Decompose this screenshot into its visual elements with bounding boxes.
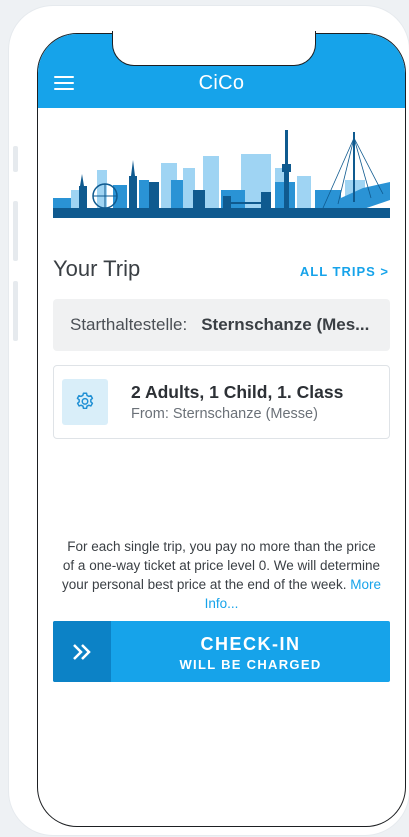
check-in-label: CHECK-IN — [200, 634, 301, 654]
trip-settings-card[interactable]: 2 Adults, 1 Child, 1. Class From: Sterns… — [53, 365, 390, 439]
phone-side-button — [13, 281, 18, 341]
check-in-sublabel: WILL BE CHARGED — [179, 657, 322, 672]
phone-frame: CiCo Your Trip ALL TRIPS > Starthalteste… — [9, 6, 409, 835]
trip-card-title: 2 Adults, 1 Child, 1. Class — [131, 382, 344, 402]
start-stop-field[interactable]: Starthaltestelle: Sternschanze (Mes... — [53, 299, 390, 351]
all-trips-link[interactable]: ALL TRIPS > — [300, 264, 389, 279]
city-skyline-illustration — [53, 130, 390, 218]
start-stop-value: Sternschanze (Mes... — [201, 315, 370, 334]
phone-side-button — [13, 201, 18, 261]
chevron-double-right-icon — [53, 621, 111, 682]
trip-card-subtitle: From: Sternschanze (Messe) — [131, 406, 318, 422]
gear-icon — [62, 379, 108, 425]
start-stop-label: Starthaltestelle: — [70, 315, 188, 334]
phone-notch — [112, 31, 316, 66]
check-in-button[interactable]: CHECK-IN WILL BE CHARGED — [53, 621, 390, 682]
pricing-info-body: For each single trip, you pay no more th… — [62, 539, 381, 592]
app-title: CiCo — [198, 72, 245, 94]
phone-side-button — [13, 146, 18, 172]
section-title: Your Trip — [53, 256, 141, 281]
app-screen: CiCo Your Trip ALL TRIPS > Starthalteste… — [37, 33, 406, 827]
pricing-info-text: For each single trip, you pay no more th… — [60, 537, 383, 613]
